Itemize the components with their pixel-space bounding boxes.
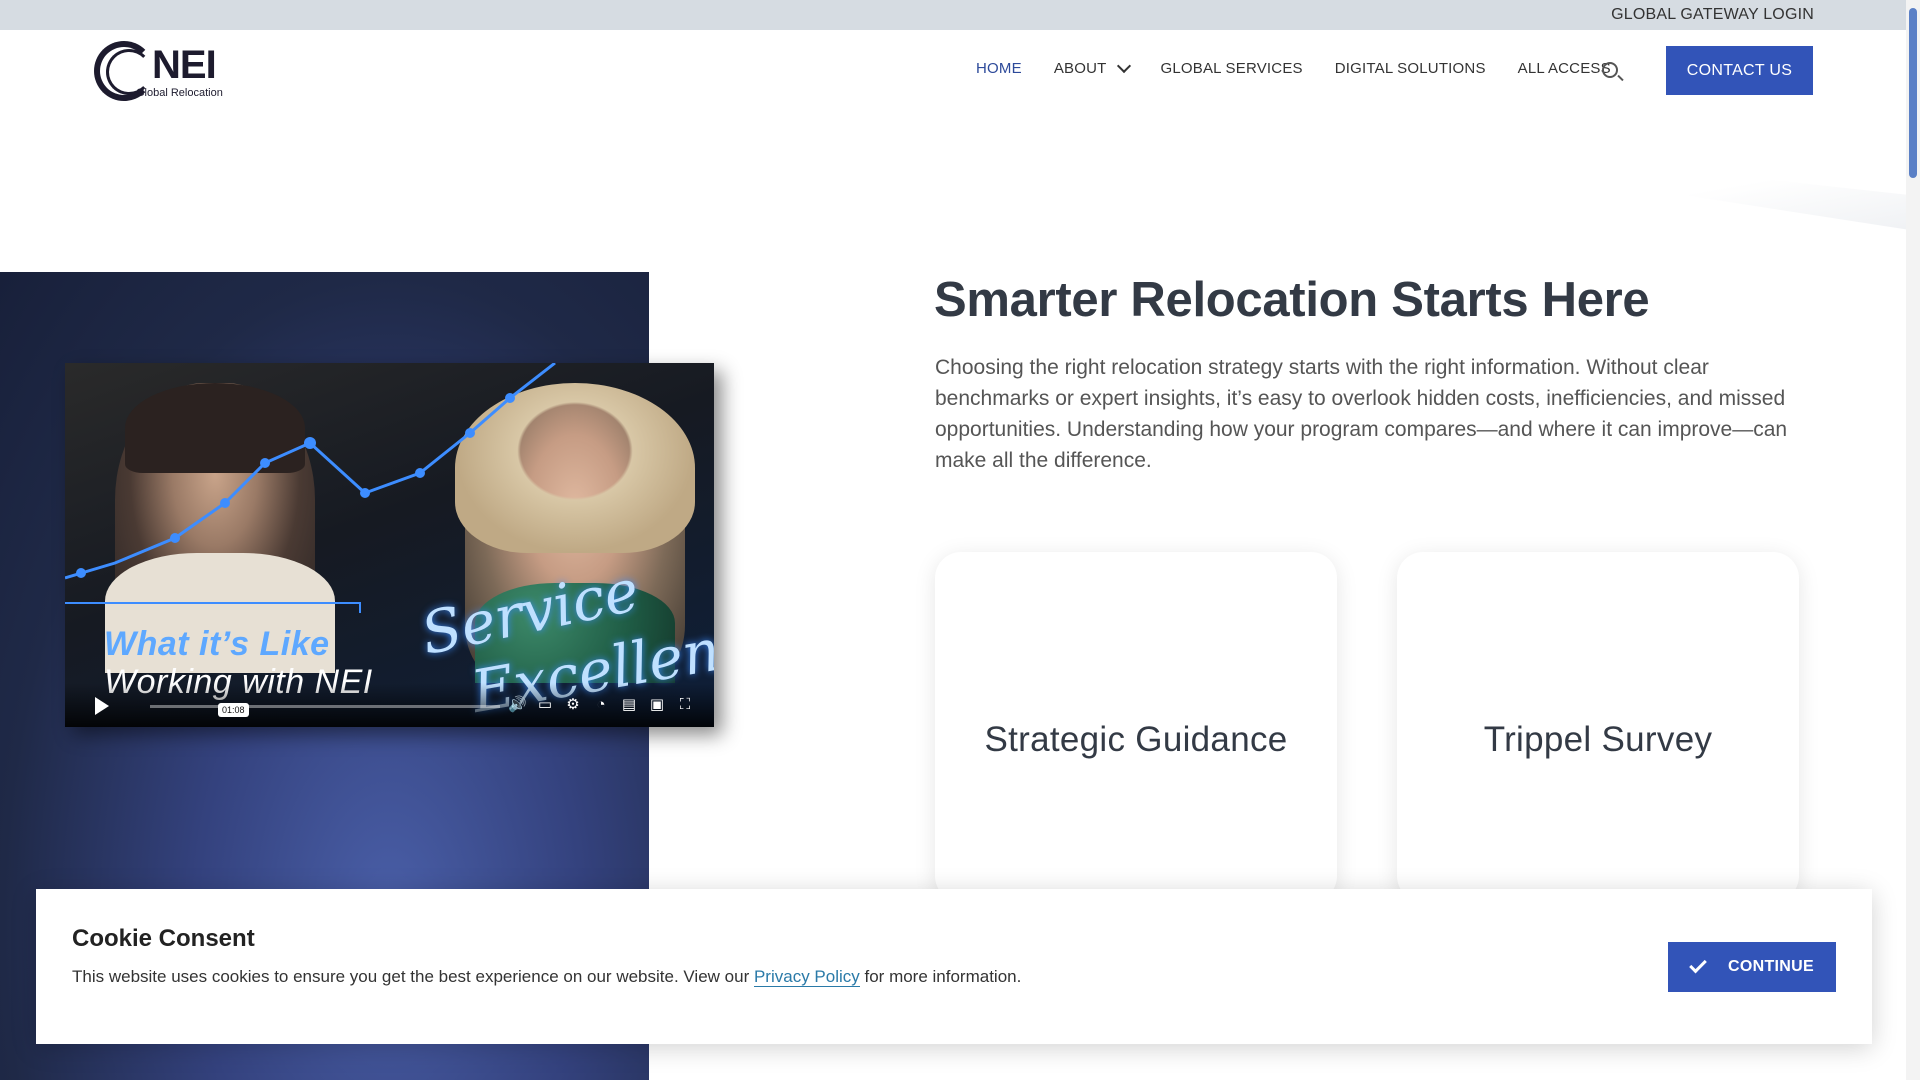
hero-title: Smarter Relocation Starts Here [934,273,1650,327]
video-time-tooltip: 01:08 [218,703,249,717]
decorative-wedge [1590,160,1910,230]
cookie-message: This website uses cookies to ensure you … [72,967,1022,987]
nav-global-services[interactable]: GLOBAL SERVICES [1161,60,1303,77]
video-player[interactable]: What it’s Like Working with NEI Service … [65,363,714,727]
picture-in-picture-icon[interactable]: ▣ [648,696,666,714]
logo-text: NEI [152,43,217,87]
video-tagline-line1: What it’s Like [104,625,330,663]
cookie-consent-banner: Cookie Consent This website uses cookies… [36,889,1872,1044]
volume-icon[interactable]: 🔊 [508,696,527,714]
contact-us-button[interactable]: CONTACT US [1666,46,1813,95]
main-nav: HOME ABOUT GLOBAL SERVICES DIGITAL SOLUT… [976,58,1643,77]
nei-logo[interactable]: NEI Global Relocation [94,41,234,103]
hero-body: Choosing the right relocation strategy s… [935,356,1788,472]
privacy-policy-link[interactable]: Privacy Policy [753,967,860,987]
chevron-down-icon [1116,58,1131,74]
speed-icon[interactable]: ◔ [592,696,610,714]
video-progress-bar[interactable]: 01:08 [150,703,500,717]
card-strategic-guidance[interactable]: Strategic Guidance [935,552,1337,902]
nav-about-label: ABOUT [1053,60,1107,77]
continue-label: CONTINUE [1728,958,1814,975]
top-utility-bar: GLOBAL GATEWAY LOGIN [0,0,1920,30]
video-controls: 01:08 🔊 ▭ ⚙ ◔ ▤ ▣ ⛶ [65,683,714,727]
nav-about[interactable]: ABOUT [1053,58,1131,77]
nav-all-access[interactable]: ALL ACCESS [1518,60,1611,77]
continue-button[interactable]: CONTINUE [1668,942,1836,992]
fullscreen-icon[interactable]: ⛶ [676,696,694,714]
search-icon[interactable] [1602,62,1618,78]
card-trippel-survey[interactable]: Trippel Survey [1397,552,1799,902]
nav-home[interactable]: HOME [976,60,1022,77]
global-gateway-login-link[interactable]: GLOBAL GATEWAY LOGIN [1611,6,1814,24]
check-icon [1689,955,1707,974]
card-label: Trippel Survey [1483,720,1713,759]
scrollbar-thumb[interactable] [1909,8,1917,178]
nav-digital-solutions[interactable]: DIGITAL SOLUTIONS [1335,60,1486,77]
captions-icon[interactable]: ▭ [536,696,554,714]
card-label: Strategic Guidance [984,720,1288,759]
cookie-title: Cookie Consent [72,925,255,952]
logo-subtext: Global Relocation [136,87,223,99]
transcript-icon[interactable]: ▤ [620,696,638,714]
settings-gear-icon[interactable]: ⚙ [564,696,582,714]
site-header: NEI Global Relocation HOME ABOUT GLOBAL … [0,30,1900,110]
page-scrollbar[interactable] [1906,0,1920,1080]
play-icon[interactable] [95,697,109,715]
